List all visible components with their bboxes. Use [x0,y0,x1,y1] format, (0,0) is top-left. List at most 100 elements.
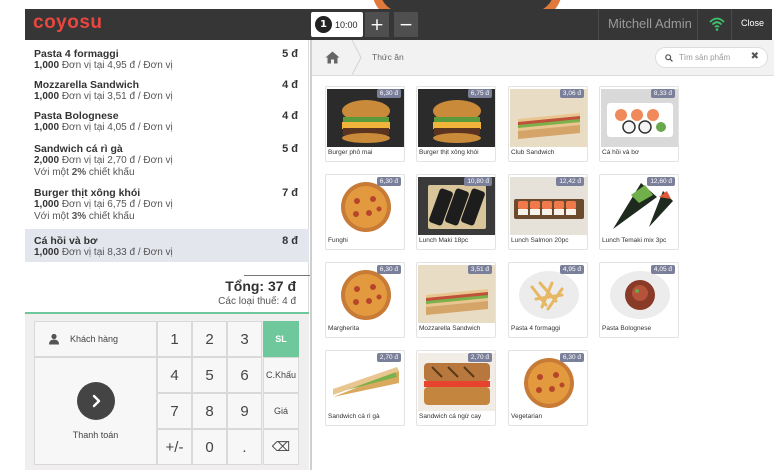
order-line-unit: Đơn vị tại 4,95 đ / Đơn vị [61,60,173,71]
breadcrumb-category[interactable]: Thức ăn [372,52,404,62]
order-line[interactable]: Pasta 4 formaggi 5 đ 1,000 Đơn vị tại 4,… [25,42,309,76]
product-card[interactable]: 4,05 đ Pasta Bolognese [599,262,679,338]
order-line-price: 7 đ [282,187,298,199]
price-mode-button[interactable]: Giá [263,393,299,429]
product-price: 6,30 đ [559,353,584,362]
numpad-key-2[interactable]: 2 [192,321,227,357]
product-name: Mozzarella Sandwich [419,325,481,332]
order-tab[interactable]: 1 10:00 [311,12,363,37]
backspace-button[interactable]: ⌫ [263,429,299,465]
numpad-key-9[interactable]: 9 [227,393,262,429]
order-line-unit: Đơn vị tại 3,51 đ / Đơn vị [61,91,173,102]
product-card[interactable]: 6,30 đ Funghi [325,174,405,250]
quantity-mode-button[interactable]: SL [263,321,299,357]
product-price: 8,33 đ [650,89,675,98]
order-line-detail: 1,000 Đơn vị tại 4,05 đ / Đơn vị [34,122,299,134]
product-price: 4,95 đ [559,265,584,274]
user-icon [49,333,59,345]
discount-percent: 3% [71,211,87,222]
product-card[interactable]: 3,51 đ Mozzarella Sandwich [416,262,496,338]
order-line-detail: 1,000 Đơn vị tại 8,33 đ / Đơn vị [34,247,299,259]
product-search-input[interactable]: Tìm sản phẩm ✖ [655,47,768,68]
order-line-discount: Với một 3% chiết khấu [34,211,299,222]
home-icon [325,51,339,64]
product-card[interactable]: 6,30 đ Vegetarian [508,350,588,426]
product-price: 2,70 đ [376,353,401,362]
payment-button[interactable]: Thanh toán [34,357,157,465]
numpad-key-4[interactable]: 4 [157,357,192,393]
discount-suffix: chiết khấu [88,211,135,222]
home-category-button[interactable] [312,40,352,75]
order-line-detail: 1,000 Đơn vị tại 4,95 đ / Đơn vị [34,60,299,72]
product-name: Cá hồi và bơ [602,149,640,156]
order-total: Tổng: 37 đ [225,278,296,294]
discount-mode-button[interactable]: C.Khấu [263,357,299,393]
order-line[interactable]: Mozzarella Sandwich 4 đ 1,000 Đơn vị tại… [25,73,309,107]
numpad-key-3[interactable]: 3 [227,321,262,357]
discount-suffix: chiết khấu [88,167,135,178]
product-card[interactable]: 10,80 đ Lunch Maki 18pc [416,174,496,250]
product-price: 3,06 đ [559,89,584,98]
customer-button[interactable]: Khách hàng [34,321,157,357]
numpad-key-0[interactable]: 0 [192,429,227,465]
order-line-name: Pasta Bolognese [34,110,119,122]
product-card[interactable]: 2,70 đ Sandwich cá rì gà [325,350,405,426]
numpad-key-8[interactable]: 8 [192,393,227,429]
order-line-name: Pasta 4 formaggi [34,48,119,60]
wifi-icon [709,17,725,31]
product-card[interactable]: 3,06 đ Club Sandwich [508,86,588,162]
product-price: 4,05 đ [650,265,675,274]
order-line-unit: Đơn vị tại 8,33 đ / Đơn vị [61,247,173,258]
order-line-unit: Đơn vị tại 6,75 đ / Đơn vị [61,199,173,210]
numpad-key-6[interactable]: 6 [227,357,262,393]
numpad-key-decimal[interactable]: . [227,429,262,465]
remove-order-button[interactable]: − [394,12,418,37]
order-panel: Pasta 4 formaggi 5 đ 1,000 Đơn vị tại 4,… [25,40,322,312]
discount-percent: 2% [71,167,87,178]
product-price: 6,30 đ [376,177,401,186]
numpad-key-5[interactable]: 5 [192,357,227,393]
close-button[interactable]: Close [741,18,764,28]
numpad-key-plus-minus[interactable]: +/- [157,429,192,465]
order-time: 10:00 [335,19,358,30]
product-name: Pasta 4 formaggi [511,325,561,332]
product-card[interactable]: 4,95 đ Pasta 4 formaggi [508,262,588,338]
order-line-qty: 1,000 [34,60,60,71]
header-divider [697,9,698,40]
order-line-price: 4 đ [282,79,298,91]
top-bar: coyosu 1 10:00 + − Mitchell Admin Close [25,9,772,40]
product-name: Club Sandwich [511,149,555,156]
order-line[interactable]: Pasta Bolognese 4 đ 1,000 Đơn vị tại 4,0… [25,104,309,138]
order-line-qty: 1,000 [34,199,60,210]
product-price: 10,80 đ [464,177,492,186]
order-number-badge: 1 [315,16,332,33]
numpad-key-7[interactable]: 7 [157,393,192,429]
order-line-unit: Đơn vị tại 4,05 đ / Đơn vị [61,122,173,133]
product-card[interactable]: 8,33 đ Cá hồi và bơ [599,86,679,162]
order-line-qty: 1,000 [34,91,60,102]
user-name[interactable]: Mitchell Admin [608,16,692,31]
product-card[interactable]: 6,75 đ Burger thịt xông khói [416,86,496,162]
order-taxes: Các loại thuế: 4 đ [218,296,296,307]
product-price: 12,42 đ [556,177,584,186]
product-name: Lunch Maki 18pc [419,237,469,244]
product-card[interactable]: 2,70 đ Sandwich cá ngừ cay [416,350,496,426]
product-name: Sandwich cá rì gà [328,413,380,420]
action-pad: Khách hàng Thanh toán 1 2 3 SL 4 5 6 C.K… [25,312,309,470]
product-card[interactable]: 12,42 đ Lunch Salmon 20pc [508,174,588,250]
search-clear-button[interactable]: ✖ [751,51,759,62]
product-price: 6,75 đ [467,89,492,98]
order-line[interactable]: Burger thịt xông khói 7 đ 1,000 Đơn vị t… [25,181,309,226]
product-name: Lunch Salmon 20pc [511,237,569,244]
add-order-button[interactable]: + [365,12,389,37]
numpad-key-1[interactable]: 1 [157,321,192,357]
product-card[interactable]: 6,30 đ Burger phô mai [325,86,405,162]
product-card[interactable]: 12,60 đ Lunch Temaki mix 3pc [599,174,679,250]
product-card[interactable]: 6,30 đ Margherita [325,262,405,338]
order-line-price: 8 đ [282,235,298,247]
chevron-right-icon [76,382,115,420]
discount-prefix: Với một [34,211,69,222]
product-price: 2,70 đ [467,353,492,362]
order-line-selected[interactable]: Cá hồi và bơ 8 đ 1,000 Đơn vị tại 8,33 đ… [25,229,309,262]
order-line[interactable]: Sandwich cá rì gà 5 đ 2,000 Đơn vị tại 2… [25,137,309,182]
